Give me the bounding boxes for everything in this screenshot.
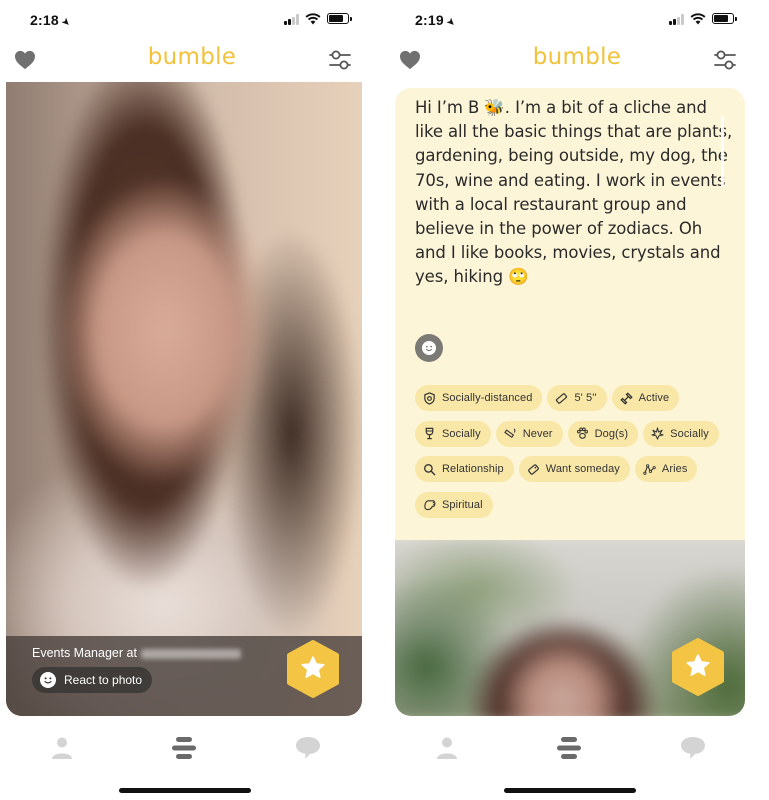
superswipe-button[interactable] — [286, 640, 340, 698]
dumbbell-icon — [619, 391, 633, 405]
tab-encounters[interactable] — [164, 728, 204, 768]
chat-bubble-icon — [681, 737, 705, 759]
profile-photo — [6, 82, 362, 716]
home-indicator[interactable] — [504, 788, 636, 793]
signal-icon — [669, 14, 685, 25]
company-name-redacted — [140, 648, 241, 659]
badge-exercise: Active — [611, 385, 680, 411]
pacifier-tag-icon — [527, 463, 539, 475]
job-title: Events Manager at — [32, 646, 241, 660]
location-arrow-icon: ➤ — [444, 15, 458, 29]
tab-bar — [385, 728, 769, 768]
badge-kids: Want someday — [518, 456, 630, 482]
badge-covid-preference: Socially-distanced — [415, 385, 543, 411]
badge-drinking: Socially — [415, 420, 491, 447]
profile-badges: Socially-distanced 5' 5'' Active Sociall… — [415, 385, 731, 518]
tab-bar — [0, 728, 384, 768]
badge-cannabis: Socially — [643, 420, 719, 447]
home-indicator[interactable] — [119, 788, 251, 793]
location-arrow-icon: ➤ — [59, 15, 73, 29]
badge-looking-for: Relationship — [415, 456, 514, 482]
stack-icon — [172, 737, 196, 759]
bee-emoji: 🐝 — [484, 98, 505, 117]
scroll-indicator[interactable] — [721, 116, 724, 188]
profile-bio-card[interactable]: Hi I’m B 🐝. I’m a bit of a cliche and li… — [395, 88, 745, 716]
person-icon — [437, 737, 457, 759]
chat-bubble-icon — [296, 737, 320, 759]
cigarette-icon — [503, 428, 516, 439]
superswipe-button[interactable] — [671, 638, 725, 696]
badge-religion: Spiritual — [415, 491, 493, 518]
smile-icon — [40, 672, 56, 688]
tab-profile[interactable] — [427, 728, 467, 768]
wine-glass-icon — [425, 427, 434, 440]
tab-profile[interactable] — [42, 728, 82, 768]
phone-screen-left: 2:18➤ bumble Events Manager at React to … — [0, 0, 384, 800]
stack-icon — [557, 737, 581, 759]
app-header: bumble — [385, 40, 769, 80]
paw-icon — [576, 427, 588, 439]
tab-chats[interactable] — [288, 728, 328, 768]
battery-icon — [712, 13, 737, 24]
app-logo-title: bumble — [147, 44, 237, 70]
profile-photo-card[interactable]: Events Manager at React to photo — [6, 82, 362, 716]
shield-virus-icon — [424, 391, 435, 405]
badge-smoking: Never — [495, 420, 563, 447]
filter-sliders-icon[interactable] — [713, 48, 737, 72]
badge-height: 5' 5'' — [547, 385, 607, 411]
badge-zodiac: Aries — [634, 456, 698, 482]
phone-screen-right: 2:19➤ bumble Hi I’m B 🐝. I’m a bit of a … — [385, 0, 769, 800]
battery-icon — [327, 13, 352, 24]
ruler-icon — [556, 392, 568, 404]
wifi-icon — [690, 13, 706, 25]
status-time: 2:19➤ — [415, 12, 458, 29]
badge-pets: Dog(s) — [567, 420, 639, 447]
person-icon — [52, 737, 72, 759]
smile-icon — [422, 341, 436, 355]
react-to-bio-button[interactable] — [415, 334, 443, 362]
magnifier-icon — [424, 463, 436, 475]
tab-chats[interactable] — [673, 728, 713, 768]
app-header: bumble — [0, 40, 384, 80]
status-bar: 2:18➤ — [0, 0, 384, 40]
cannabis-leaf-icon — [651, 427, 664, 440]
signal-icon — [284, 14, 300, 25]
wifi-icon — [305, 13, 321, 25]
app-logo-title: bumble — [532, 44, 622, 70]
status-time: 2:18➤ — [30, 12, 73, 29]
eye-roll-emoji: 🙄 — [508, 267, 529, 287]
praying-hands-icon — [424, 500, 436, 511]
react-to-photo-button[interactable]: React to photo — [32, 667, 153, 693]
filter-sliders-icon[interactable] — [328, 48, 352, 72]
status-bar: 2:19➤ — [385, 0, 769, 40]
bio-text: Hi I’m B 🐝. I’m a bit of a cliche and li… — [415, 98, 733, 287]
tab-encounters[interactable] — [549, 728, 589, 768]
constellation-icon — [643, 463, 656, 475]
